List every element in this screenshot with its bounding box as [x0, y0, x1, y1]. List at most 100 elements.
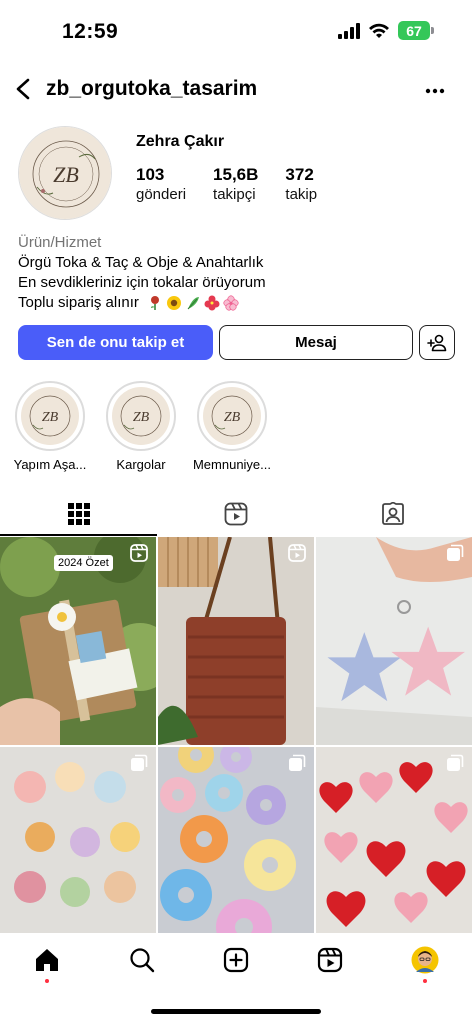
stat-label: gönderi	[136, 186, 187, 203]
highlight-label: Kargolar	[116, 457, 166, 472]
highlight-label: Yapım Aşa...	[13, 457, 87, 472]
profile-avatar[interactable]: ZB	[18, 126, 112, 220]
search-icon	[130, 948, 155, 973]
stat-posts[interactable]: 103 gönderi	[136, 165, 186, 205]
post-image	[158, 537, 314, 745]
bio-line: En sevdikleriniz için tokalar örüyorum	[18, 274, 266, 291]
create-post-icon	[223, 947, 249, 973]
nav-search[interactable]	[127, 945, 157, 975]
back-button[interactable]	[8, 74, 38, 104]
profile-actions: Sen de onu takip et Mesaj	[18, 325, 456, 361]
add-person-icon	[427, 334, 447, 351]
stat-value: 15,6B	[213, 165, 259, 184]
bio-line: Örgü Toka & Taç & Obje & Anahtarlık	[18, 254, 264, 271]
carousel-icon	[131, 754, 148, 771]
stat-value: 103	[136, 165, 165, 184]
highlight-item[interactable]: ZB Yapım Aşa...	[8, 381, 92, 472]
post-badge	[288, 544, 306, 567]
post-thumbnail[interactable]	[316, 537, 472, 745]
profile-tabs	[0, 493, 472, 536]
tab-active-indicator	[0, 534, 157, 536]
bio-line-with-emojis: Toplu sipariş alınır	[18, 293, 458, 313]
rose-emoji-icon	[151, 296, 160, 311]
carousel-icon	[447, 544, 464, 561]
reel-icon	[288, 544, 306, 562]
more-horizontal-icon	[425, 88, 445, 94]
zb-logo-icon: ZB	[112, 387, 170, 445]
highlight-ring: ZB	[15, 381, 85, 451]
post-badge	[446, 544, 464, 567]
highlight-label: Memnuniye...	[192, 457, 272, 472]
status-time: 12:59	[62, 20, 119, 43]
suggested-accounts-button[interactable]	[419, 325, 455, 360]
tab-tagged[interactable]	[314, 493, 471, 535]
highlight-ring: ZB	[197, 381, 267, 451]
stat-followers[interactable]: 15,6B takipçi	[213, 165, 258, 205]
bio-category: Ürün/Hizmet	[18, 234, 102, 251]
svg-text:ZB: ZB	[53, 162, 79, 187]
display-name: Zehra Çakır	[136, 133, 225, 150]
post-summary-tag: 2024 Özet	[54, 555, 113, 571]
post-badge	[130, 544, 148, 567]
reel-icon	[130, 544, 148, 562]
home-icon	[36, 949, 58, 971]
message-button[interactable]: Mesaj	[219, 325, 413, 360]
nav-profile[interactable]	[410, 945, 440, 975]
svg-text:ZB: ZB	[42, 410, 59, 425]
zb-logo-icon: ZB	[21, 387, 79, 445]
more-options-button[interactable]	[420, 76, 450, 106]
highlight-item[interactable]: ZB Memnuniye...	[190, 381, 274, 472]
notification-dot	[45, 979, 49, 983]
post-thumbnail[interactable]	[158, 537, 314, 745]
post-image	[316, 537, 472, 745]
bottom-nav	[0, 935, 472, 991]
tab-reels[interactable]	[157, 493, 314, 535]
post-thumbnail[interactable]	[158, 747, 314, 933]
carousel-icon	[447, 754, 464, 771]
status-icons: 67	[338, 21, 434, 40]
svg-text:ZB: ZB	[133, 410, 150, 425]
hibiscus-emoji-icon	[204, 295, 220, 311]
top-nav: zb_orgutoka_tasarim	[0, 70, 472, 110]
post-thumbnail[interactable]	[0, 747, 156, 933]
stat-value: 372	[285, 165, 314, 184]
reels-icon	[224, 502, 247, 526]
post-thumbnail[interactable]	[316, 747, 472, 933]
cherry-blossom-emoji-icon	[223, 295, 239, 311]
post-badge	[130, 754, 148, 777]
bio-line: Toplu sipariş alınır	[18, 294, 139, 311]
svg-text:ZB: ZB	[224, 410, 241, 425]
nav-create[interactable]	[221, 945, 251, 975]
highlight-cover: ZB	[112, 387, 170, 445]
nav-home[interactable]	[32, 945, 62, 975]
highlight-cover: ZB	[203, 387, 261, 445]
post-badge	[288, 754, 306, 777]
carousel-icon	[289, 754, 306, 771]
nav-reels[interactable]	[315, 945, 345, 975]
post-badge	[446, 754, 464, 777]
highlight-cover: ZB	[21, 387, 79, 445]
sunflower-emoji-icon	[167, 296, 182, 311]
post-thumbnail[interactable]: 2024 Özet	[0, 537, 156, 745]
profile-bio: Ürün/Hizmet Örgü Toka & Taç & Obje & Ana…	[18, 233, 458, 313]
stat-label: takipçi	[213, 186, 256, 203]
battery-level: 67	[398, 21, 430, 40]
notification-dot	[423, 979, 427, 983]
tagged-user-icon	[381, 502, 404, 525]
status-bar: 12:59 67	[0, 0, 472, 64]
highlight-item[interactable]: ZB Kargolar	[99, 381, 183, 472]
follow-button[interactable]: Sen de onu takip et	[18, 325, 213, 360]
stat-label: takip	[285, 186, 318, 203]
posts-grid: 2024 Özet	[0, 537, 472, 933]
herb-emoji-icon	[187, 297, 200, 310]
profile-avatar-icon	[411, 946, 439, 974]
zb-logo-icon: ZB	[203, 387, 261, 445]
home-indicator	[151, 1009, 321, 1014]
profile-username: zb_orgutoka_tasarim	[46, 77, 258, 100]
battery-icon: 67	[398, 21, 434, 40]
zb-logo-icon: ZB	[19, 127, 111, 219]
stat-following[interactable]: 372 takip	[285, 165, 317, 205]
tab-posts-grid[interactable]	[0, 493, 157, 536]
chevron-left-icon	[16, 78, 30, 100]
wifi-icon	[369, 23, 389, 38]
